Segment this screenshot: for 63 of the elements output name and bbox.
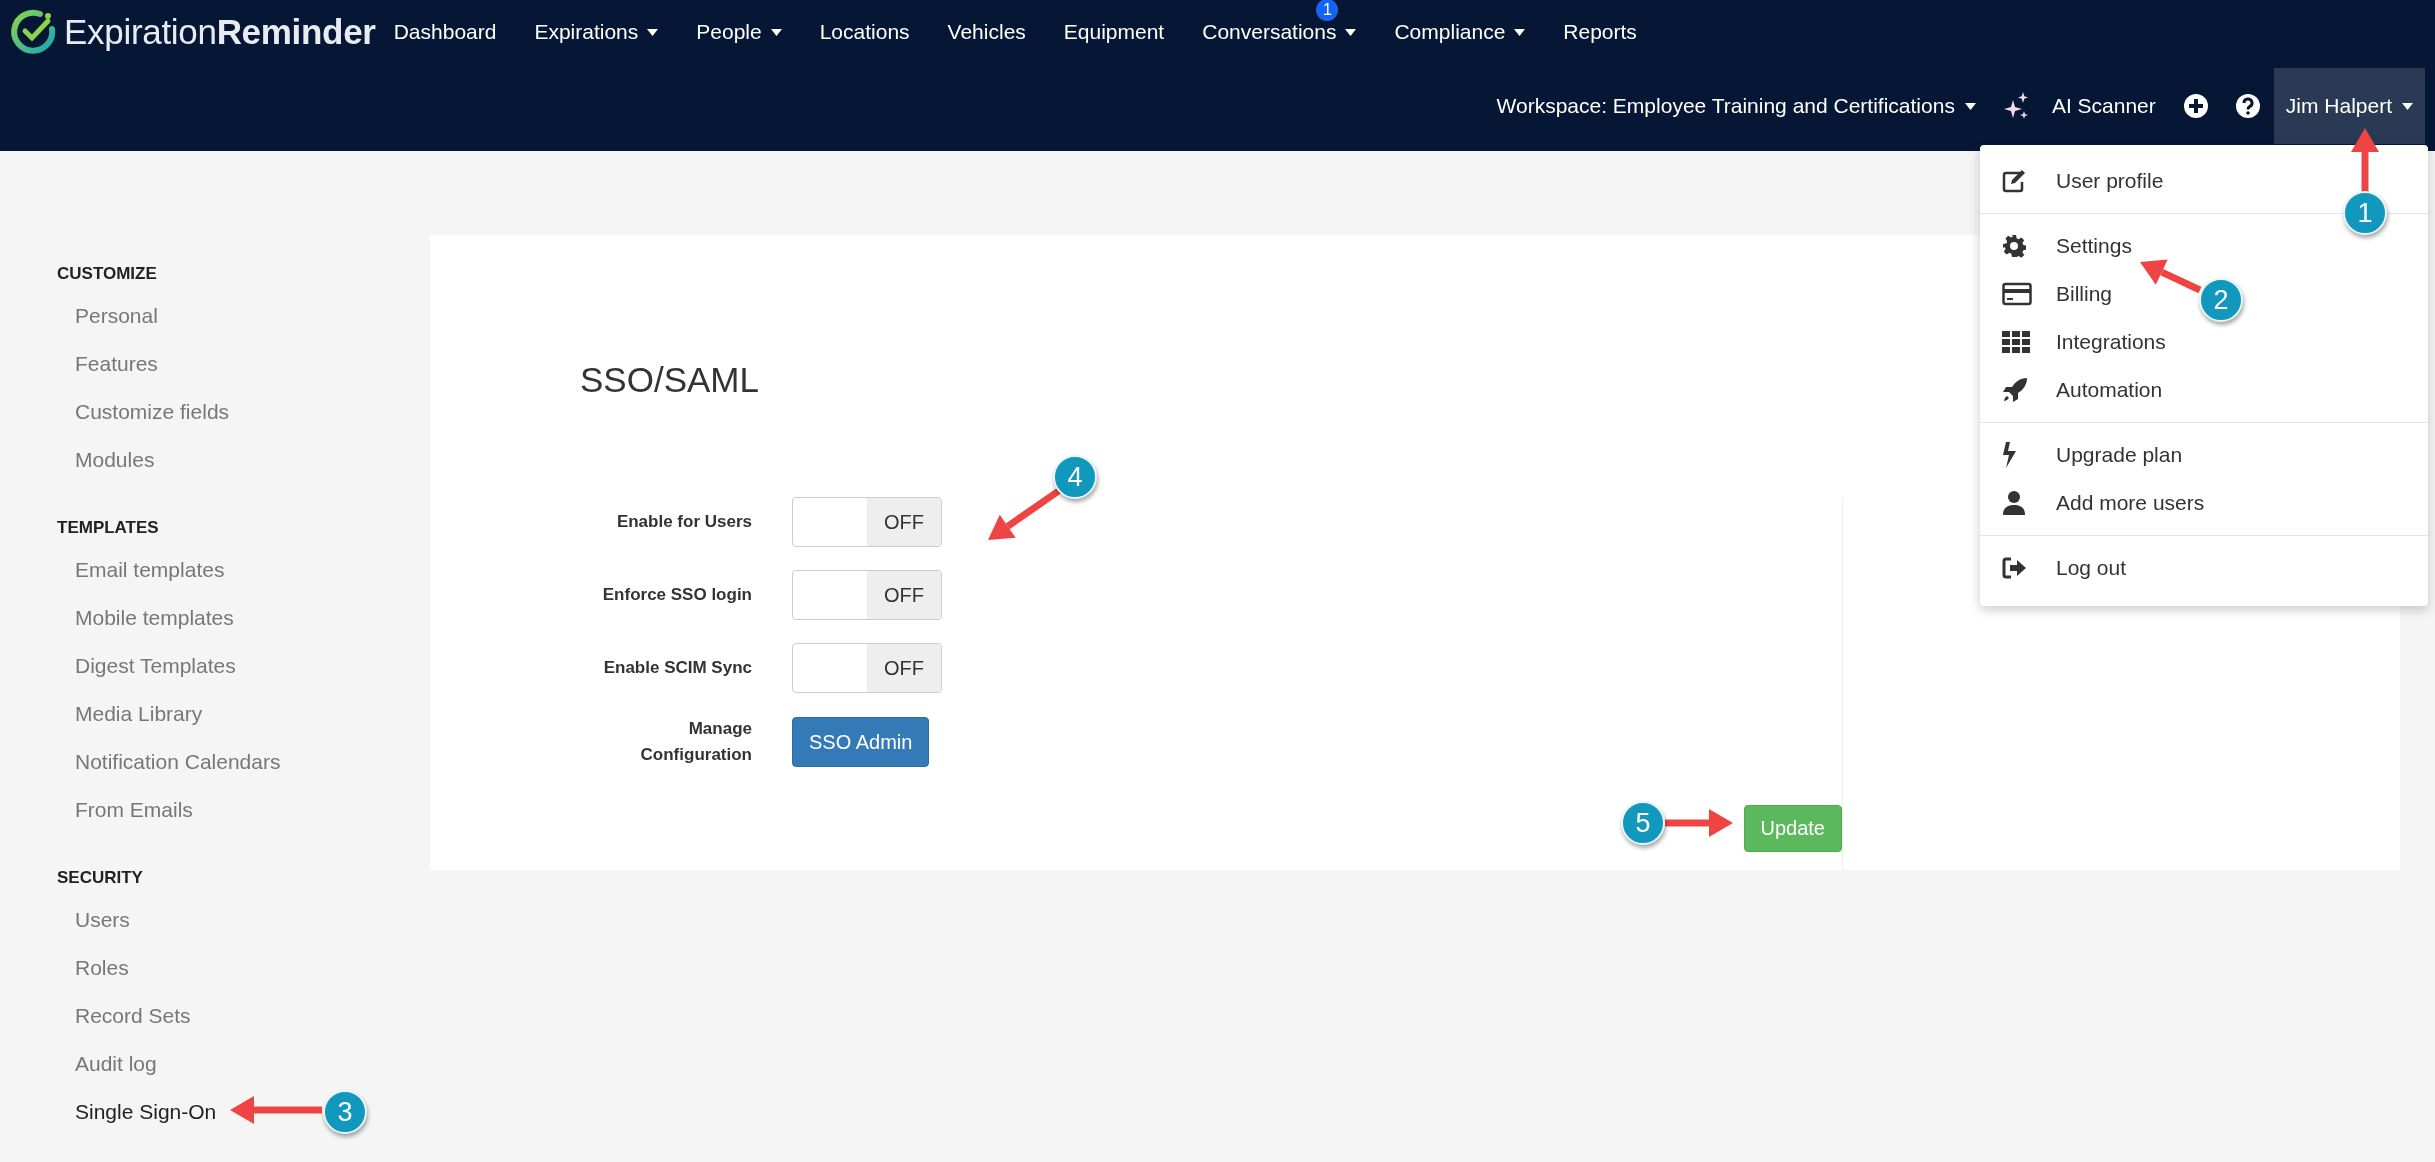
page-title: SSO/SAML (580, 359, 759, 401)
sidebar-link[interactable]: From Emails (57, 786, 193, 834)
sidebar-link[interactable]: Personal (57, 292, 158, 340)
gear-icon (2002, 234, 2026, 258)
toggle-switch[interactable]: OFF (792, 570, 942, 620)
step-number: 3 (323, 1090, 367, 1134)
sidebar-link[interactable]: Features (57, 340, 158, 388)
caret-icon (2402, 102, 2413, 110)
ai-scanner-button[interactable]: AI Scanner (1989, 68, 2170, 144)
arrow (2140, 259, 2202, 294)
arrow (2351, 128, 2379, 192)
nav-item[interactable]: People (696, 20, 782, 44)
nav-item[interactable]: Equipment (1063, 20, 1165, 44)
logo-text[interactable]: ExpirationReminder (64, 12, 376, 52)
toggle-switch[interactable]: OFF (792, 497, 942, 547)
section-heading: SECURITY (57, 868, 144, 889)
sidebar-link[interactable]: Notification Calendars (57, 738, 281, 786)
menu-item[interactable]: Upgrade plan (1980, 431, 2428, 479)
nav-item[interactable]: Vehicles (947, 20, 1026, 44)
user-icon (2002, 491, 2026, 515)
field-label: Manage Configuration (639, 718, 752, 766)
sidebar-link[interactable]: Record Sets (57, 992, 191, 1040)
sidebar-link[interactable]: Modules (57, 436, 155, 484)
field-label: Enable for Users (615, 511, 752, 533)
sso-admin-button[interactable]: SSO Admin (792, 717, 930, 767)
edit-icon (2002, 169, 2028, 193)
rocket-icon (2002, 377, 2028, 403)
lightning-icon (2002, 442, 2018, 468)
sidebar-link[interactable]: Users (57, 896, 130, 944)
nav-item[interactable]: Compliance (1394, 20, 1526, 44)
logout-icon (2002, 556, 2028, 580)
menu-item[interactable]: Add more users (1980, 479, 2428, 527)
sidebar-link[interactable]: Customize fields (57, 388, 230, 436)
plus-icon (2183, 94, 2208, 118)
arrow (1665, 809, 1733, 837)
toggle-switch[interactable]: OFF (792, 643, 942, 693)
sidebar-link[interactable]: Media Library (57, 690, 203, 738)
menu-item[interactable]: Log out (1980, 544, 2428, 592)
field-label: Enforce SSO login (601, 584, 752, 606)
nav-item[interactable]: Expirations (534, 20, 659, 44)
section-heading: CUSTOMIZE (57, 264, 158, 285)
section-heading: TEMPLATES (57, 518, 160, 539)
caret-icon (1964, 102, 1976, 110)
help-icon (2235, 94, 2260, 118)
sidebar-link[interactable]: Single Sign-On (57, 1088, 217, 1136)
sidebar-link[interactable]: Email templates (57, 546, 225, 594)
field-label: Enable SCIM Sync (602, 657, 752, 679)
sidebar-link[interactable]: Mobile templates (57, 594, 234, 642)
logo-icon (10, 9, 56, 55)
user-menu-button[interactable]: Jim Halpert (2273, 68, 2425, 144)
nav-item[interactable]: Dashboard (393, 20, 497, 44)
nav-item[interactable]: Reports (1563, 20, 1637, 44)
count-badge: 1 (1316, 0, 1339, 21)
sidebar-link[interactable]: Audit log (57, 1040, 157, 1088)
nav-item[interactable]: Conversations (1202, 20, 1357, 44)
sidebar-link[interactable]: Roles (57, 944, 129, 992)
sparkle-icon (2003, 92, 2030, 120)
workspace-dropdown[interactable]: Workspace: Employee Training and Certifications (1482, 68, 1990, 144)
menu-item[interactable]: Automation (1980, 366, 2428, 414)
grid-icon (2002, 331, 2030, 353)
sidebar-link[interactable]: Digest Templates (57, 642, 236, 690)
nav-item[interactable]: Locations (819, 20, 910, 44)
credit-card-icon (2002, 282, 2032, 306)
